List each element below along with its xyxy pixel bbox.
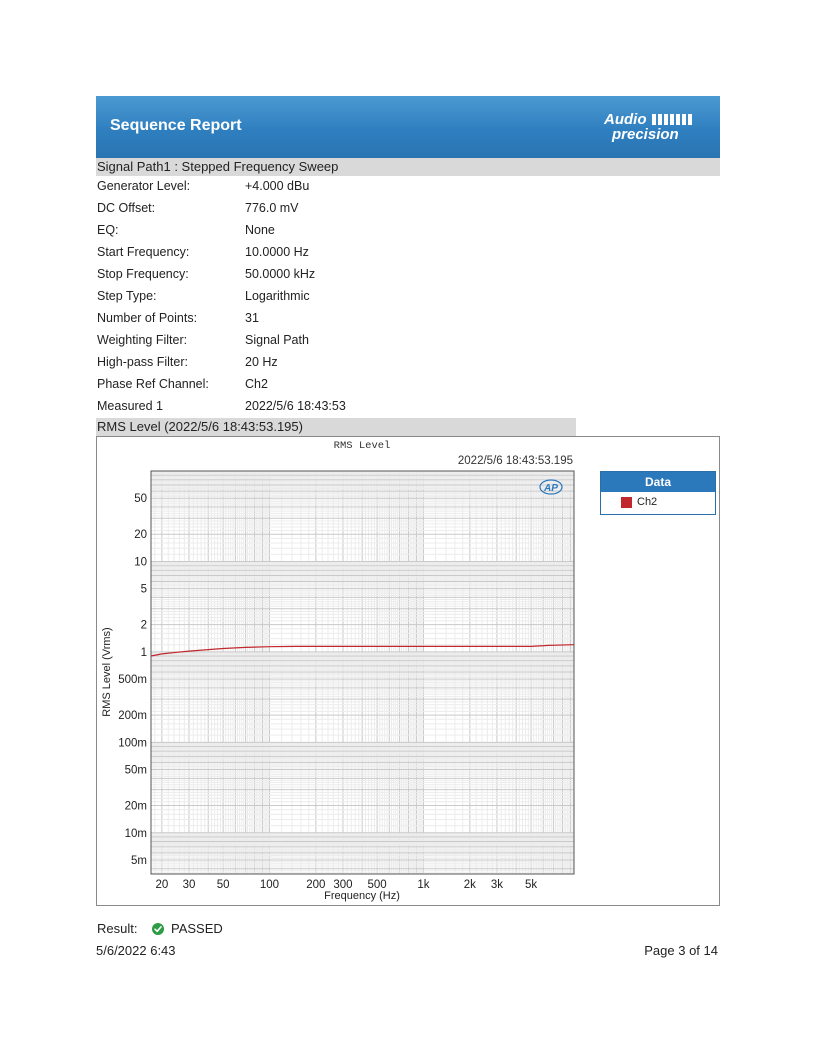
check-circle-icon [152, 923, 164, 935]
parameter-value: Signal Path [245, 333, 309, 347]
footer-page-number: Page 3 of 14 [644, 943, 718, 958]
chart-title: RMS Level [334, 440, 391, 452]
parameter-value: 10.0000 Hz [245, 245, 309, 259]
y-tick-label: 20 [134, 529, 147, 541]
legend-swatch [621, 497, 632, 508]
parameter-value: 20 Hz [245, 355, 278, 369]
y-tick-label: 500m [118, 674, 147, 686]
legend-title: Data [601, 472, 715, 492]
parameter-value: Logarithmic [245, 289, 310, 303]
y-axis-label: RMS Level (Vrms) [101, 627, 113, 716]
parameter-label: Measured 1 [97, 399, 164, 413]
footer-date: 5/6/2022 6:43 [96, 943, 176, 958]
report-title: Sequence Report [110, 117, 242, 134]
legend-item-ch2[interactable]: Ch2 [601, 492, 715, 512]
x-tick-label: 3k [491, 879, 503, 891]
parameter-label: Stop Frequency: [97, 267, 189, 281]
parameter-label: Phase Ref Channel: [97, 377, 209, 391]
parameter-label: High-pass Filter: [97, 355, 188, 369]
svg-text:AP: AP [543, 483, 558, 494]
y-tick-label: 1 [141, 647, 147, 659]
result-value: PASSED [171, 921, 223, 936]
parameter-value: Ch2 [245, 377, 268, 391]
parameter-label: Generator Level: [97, 179, 191, 193]
x-tick-label: 5k [525, 879, 537, 891]
parameter-value: 2022/5/6 18:43:53 [245, 399, 346, 413]
parameter-label: EQ: [97, 223, 119, 237]
y-tick-label: 100m [118, 737, 147, 749]
y-tick-label: 10m [125, 828, 147, 840]
y-tick-label: 50 [134, 493, 147, 505]
parameter-label: Start Frequency: [97, 245, 190, 259]
y-tick-label: 10 [134, 556, 147, 568]
x-axis-label: Frequency (Hz) [324, 890, 400, 902]
audio-precision-logo: Audio precision [603, 111, 692, 142]
x-tick-label: 20 [155, 879, 168, 891]
y-tick-label: 5 [141, 584, 147, 596]
x-tick-label: 200 [306, 879, 325, 891]
x-tick-label: 30 [183, 879, 196, 891]
chart-timestamp: 2022/5/6 18:43:53.195 [458, 455, 573, 467]
section-title-bar: Signal Path1 : Stepped Frequency Sweep [96, 158, 720, 176]
logo-text-precision: precision [611, 126, 679, 142]
result-label: Result: [97, 921, 138, 936]
parameter-label: Weighting Filter: [97, 333, 188, 347]
x-tick-label: 50 [217, 879, 230, 891]
y-tick-label: 20m [125, 801, 147, 813]
chart-legend: Data Ch2 [600, 471, 716, 515]
legend-label: Ch2 [637, 496, 658, 508]
x-tick-label: 1k [417, 879, 429, 891]
parameter-value: 31 [245, 311, 259, 325]
parameter-value: +4.000 dBu [245, 179, 310, 193]
y-tick-label: 50m [125, 765, 147, 777]
x-tick-label: 2k [464, 879, 476, 891]
parameter-label: DC Offset: [97, 201, 156, 215]
y-tick-label: 200m [118, 710, 147, 722]
parameter-value: None [245, 223, 275, 237]
section-title: Signal Path1 : Stepped Frequency Sweep [97, 159, 339, 174]
x-tick-label: 100 [260, 879, 279, 891]
parameter-value: 50.0000 kHz [245, 267, 316, 281]
chart-section-title: RMS Level (2022/5/6 18:43:53.195) [97, 419, 303, 434]
parameter-value: 776.0 mV [245, 201, 299, 215]
chart-frame: RMS Level 2022/5/6 18:43:53.195 AP 20 30 5… [96, 436, 720, 906]
chart-section-bar: RMS Level (2022/5/6 18:43:53.195) [96, 418, 576, 436]
y-tick-label: 2 [141, 620, 147, 632]
parameter-label: Step Type: [97, 289, 157, 303]
y-tick-label: 5m [131, 855, 147, 867]
parameter-label: Number of Points: [97, 311, 198, 325]
report-banner: Sequence Report Audio precision [96, 96, 720, 158]
